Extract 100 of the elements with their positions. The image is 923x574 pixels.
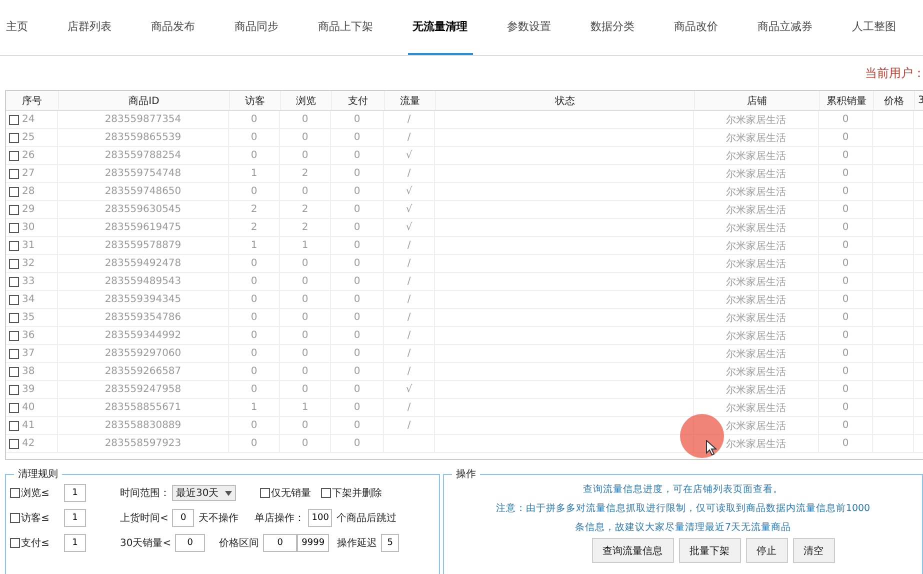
table-cell: 283559247958 — [58, 381, 229, 398]
input-field[interactable]: 0 — [172, 509, 194, 527]
checkbox[interactable] — [9, 276, 19, 286]
table-cell: 0 — [819, 183, 873, 200]
checkbox[interactable] — [9, 222, 19, 232]
tab[interactable]: 店群列表 — [62, 0, 116, 55]
table-cell: 283559354786 — [58, 309, 229, 326]
action-button[interactable]: 查询流量信息 — [592, 538, 674, 563]
table-cell: 0 — [280, 309, 331, 326]
table-cell: 0 — [819, 291, 873, 308]
action-button[interactable]: 清空 — [792, 538, 834, 563]
input-field[interactable]: 9999 — [297, 534, 330, 552]
table-cell: 0 — [819, 327, 873, 344]
checkbox[interactable] — [9, 312, 19, 322]
table-cell: 0 — [280, 273, 331, 290]
tab[interactable]: 商品上下架 — [313, 0, 378, 55]
table-cell: 0 — [229, 273, 280, 290]
input-field[interactable]: 1 — [64, 534, 86, 552]
table-cell: 283559297060 — [58, 345, 229, 362]
checkbox[interactable] — [9, 186, 19, 196]
tab[interactable]: 人工整图 — [847, 0, 901, 55]
table-cell: 0 — [280, 147, 331, 164]
table-cell: 283559788254 — [58, 147, 229, 164]
checkbox[interactable] — [9, 420, 19, 430]
tab[interactable]: 参数设置 — [502, 0, 556, 55]
checkbox[interactable] — [9, 150, 19, 160]
table-cell: 1 — [280, 399, 331, 416]
table-cell: 0 — [229, 291, 280, 308]
checkbox[interactable] — [10, 538, 20, 548]
time-range-select[interactable]: 最近30天 — [172, 485, 236, 501]
table-cell: / — [384, 291, 435, 308]
table-cell: 283559630545 — [58, 201, 229, 218]
current-user-label: 当前用户： — [865, 64, 923, 82]
input-field[interactable]: 0 — [263, 534, 298, 552]
table-cell: 0 — [229, 309, 280, 326]
table-cell: 0 — [229, 255, 280, 272]
column-header: 累积销量 — [820, 91, 874, 110]
table-cell: 尔米家居生活 — [694, 201, 819, 218]
tab[interactable]: 主页 — [6, 0, 33, 55]
checkbox[interactable] — [9, 384, 19, 394]
checkbox[interactable] — [9, 240, 19, 250]
tab[interactable]: 商品发布 — [146, 0, 200, 55]
table-cell: 0 — [819, 363, 873, 380]
table-cell: 尔米家居生活 — [694, 363, 819, 380]
field-label: 个商品后跳过 — [336, 512, 396, 525]
table-cell: 0 — [331, 327, 384, 344]
table-cell: 0 — [819, 201, 873, 218]
checkbox[interactable] — [9, 366, 19, 376]
action-button[interactable]: 停止 — [746, 538, 788, 563]
field-label: 操作延迟 — [337, 537, 378, 550]
table-cell: 0 — [229, 417, 280, 434]
checkbox[interactable] — [9, 114, 19, 124]
checkbox[interactable] — [10, 513, 20, 523]
column-header: 支付 — [332, 91, 385, 110]
column-header: 浏览 — [281, 91, 332, 110]
table-cell: 0 — [229, 327, 280, 344]
table-cell: 283559619475 — [58, 219, 229, 236]
tab[interactable]: 商品立减券 — [752, 0, 818, 55]
input-field[interactable]: 5 — [381, 534, 400, 552]
checkbox[interactable] — [9, 132, 19, 142]
checkbox[interactable] — [9, 258, 19, 268]
input-field[interactable]: 0 — [175, 534, 206, 552]
column-header: 状态 — [436, 91, 695, 110]
checkbox[interactable] — [9, 330, 19, 340]
table-cell: 0 — [331, 111, 384, 128]
checkbox[interactable] — [9, 168, 19, 178]
table-cell: 0 — [819, 219, 873, 236]
input-field[interactable]: 1 — [64, 484, 86, 502]
table-cell: 283559394345 — [58, 291, 229, 308]
tab[interactable]: 商品改价 — [669, 0, 723, 55]
table-cell: 2 — [229, 201, 280, 218]
input-field[interactable]: 1 — [64, 509, 86, 527]
checkbox[interactable] — [9, 348, 19, 358]
tab[interactable]: 商品同步 — [230, 0, 284, 55]
column-header: 店铺 — [695, 91, 820, 110]
table-cell: 283559748650 — [58, 183, 229, 200]
table-cell: 0 — [331, 417, 384, 434]
table-cell: 0 — [229, 381, 280, 398]
checkbox[interactable] — [9, 438, 19, 448]
table-cell: 尔米家居生活 — [694, 183, 819, 200]
checkbox[interactable] — [321, 488, 331, 498]
row-number: 36 — [22, 330, 35, 341]
table-cell: / — [384, 129, 435, 146]
table-cell: 283559754748 — [58, 165, 229, 182]
checkbox-label: 下架并删除 — [332, 486, 382, 500]
table-cell: 0 — [331, 183, 384, 200]
table-cell: 2 — [280, 165, 331, 182]
checkbox[interactable] — [10, 488, 20, 498]
field-label: 30天销量< — [120, 537, 172, 550]
tab[interactable]: 数据分类 — [586, 0, 640, 55]
checkbox[interactable] — [9, 402, 19, 412]
checkbox[interactable] — [260, 488, 270, 498]
input-field[interactable]: 100 — [308, 509, 332, 527]
table-cell: 0 — [229, 129, 280, 146]
checkbox[interactable] — [9, 204, 19, 214]
action-button[interactable]: 批量下架 — [678, 538, 740, 563]
row-number: 33 — [22, 276, 35, 287]
checkbox[interactable] — [9, 294, 19, 304]
tab[interactable]: 无流量清理 — [408, 0, 472, 55]
table-cell: 0 — [280, 255, 331, 272]
